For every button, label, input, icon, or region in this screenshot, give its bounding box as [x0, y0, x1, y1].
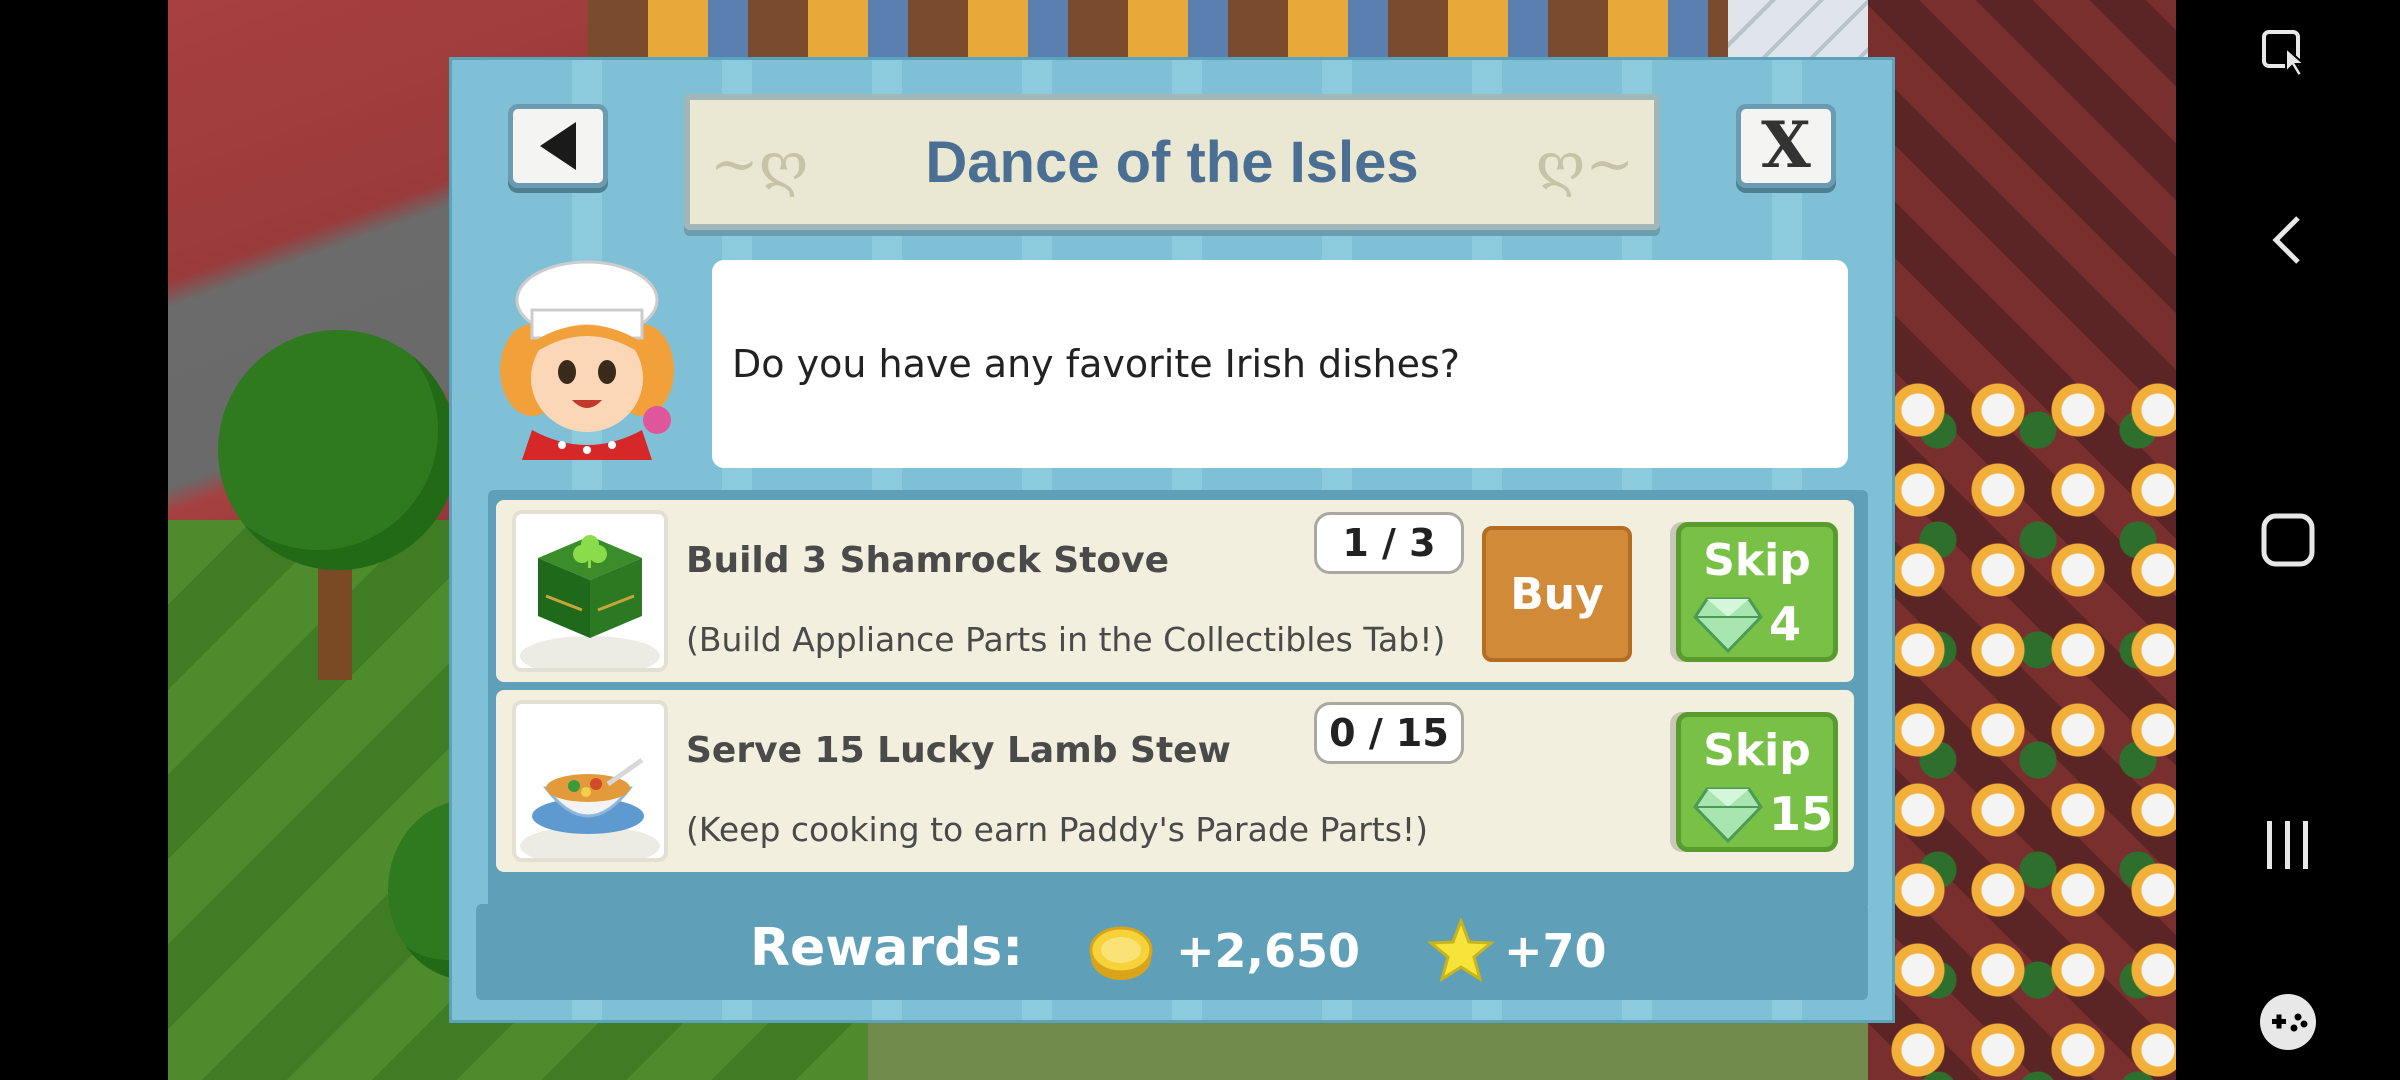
xp-star-icon — [1428, 918, 1494, 983]
task-progress-badge: 0 / 15 — [1314, 702, 1464, 764]
nav-recents-icon[interactable] — [2176, 815, 2400, 875]
skip-label: Skip — [1703, 535, 1811, 586]
skip-button[interactable]: Skip 15 — [1676, 712, 1838, 852]
task-hint: (Build Appliance Parts in the Collectibl… — [686, 620, 1446, 659]
xp-reward-value: +70 — [1504, 924, 1607, 978]
game-tools-icon[interactable] — [2176, 990, 2400, 1054]
screen-touch-icon[interactable] — [2176, 24, 2400, 84]
skip-cost: 15 — [1769, 787, 1834, 841]
coin-icon — [1089, 926, 1153, 980]
task-list: Build 3 Shamrock Stove (Build Appliance … — [488, 490, 1868, 910]
task-row-shamrock-stove: Build 3 Shamrock Stove (Build Appliance … — [496, 500, 1854, 682]
shamrock-stove-icon — [512, 510, 668, 672]
speech-text: Do you have any favorite Irish dishes? — [732, 342, 1460, 386]
system-nav-bar — [2176, 0, 2400, 1080]
task-title: Serve 15 Lucky Lamb Stew — [686, 730, 1231, 771]
rewards-label: Rewards: — [750, 918, 1024, 978]
task-title: Build 3 Shamrock Stove — [686, 540, 1170, 581]
swirl-ornament-icon: ღ~ — [1535, 130, 1634, 198]
buy-button[interactable]: Buy — [1482, 526, 1632, 662]
task-hint: (Keep cooking to earn Paddy's Parade Par… — [686, 810, 1429, 849]
title-banner: ~ღ Dance of the Isles ღ~ — [684, 94, 1660, 230]
close-button[interactable]: X — [1736, 104, 1836, 188]
quest-dialog: ~ღ Dance of the Isles ღ~ X Do you have a… — [452, 60, 1892, 1020]
skip-label: Skip — [1703, 725, 1811, 776]
tree — [218, 330, 458, 570]
chef-avatar — [492, 260, 682, 460]
nav-home-icon[interactable] — [2176, 510, 2400, 570]
back-button[interactable] — [508, 104, 608, 188]
task-row-lamb-stew: Serve 15 Lucky Lamb Stew (Keep cooking t… — [496, 690, 1854, 872]
swirl-ornament-icon: ~ღ — [710, 130, 809, 198]
speech-bubble: Do you have any favorite Irish dishes? — [712, 260, 1848, 468]
skip-cost: 4 — [1769, 597, 1802, 651]
page-title: Dance of the Isles — [925, 129, 1419, 195]
task-progress-badge: 1 / 3 — [1314, 512, 1464, 574]
food-tables — [1888, 380, 2176, 1080]
close-icon: X — [1761, 108, 1811, 183]
gem-icon — [1693, 787, 1763, 844]
skip-button[interactable]: Skip 4 — [1676, 522, 1838, 662]
rewards-bar: Rewards: +2,650 +70 — [476, 904, 1868, 1000]
restaurant-counter-area — [588, 0, 1788, 60]
lamb-stew-icon — [512, 700, 668, 862]
coins-reward-value: +2,650 — [1176, 924, 1361, 978]
back-arrow-icon — [540, 122, 576, 170]
gem-icon — [1693, 597, 1763, 654]
nav-back-icon[interactable] — [2176, 210, 2400, 270]
